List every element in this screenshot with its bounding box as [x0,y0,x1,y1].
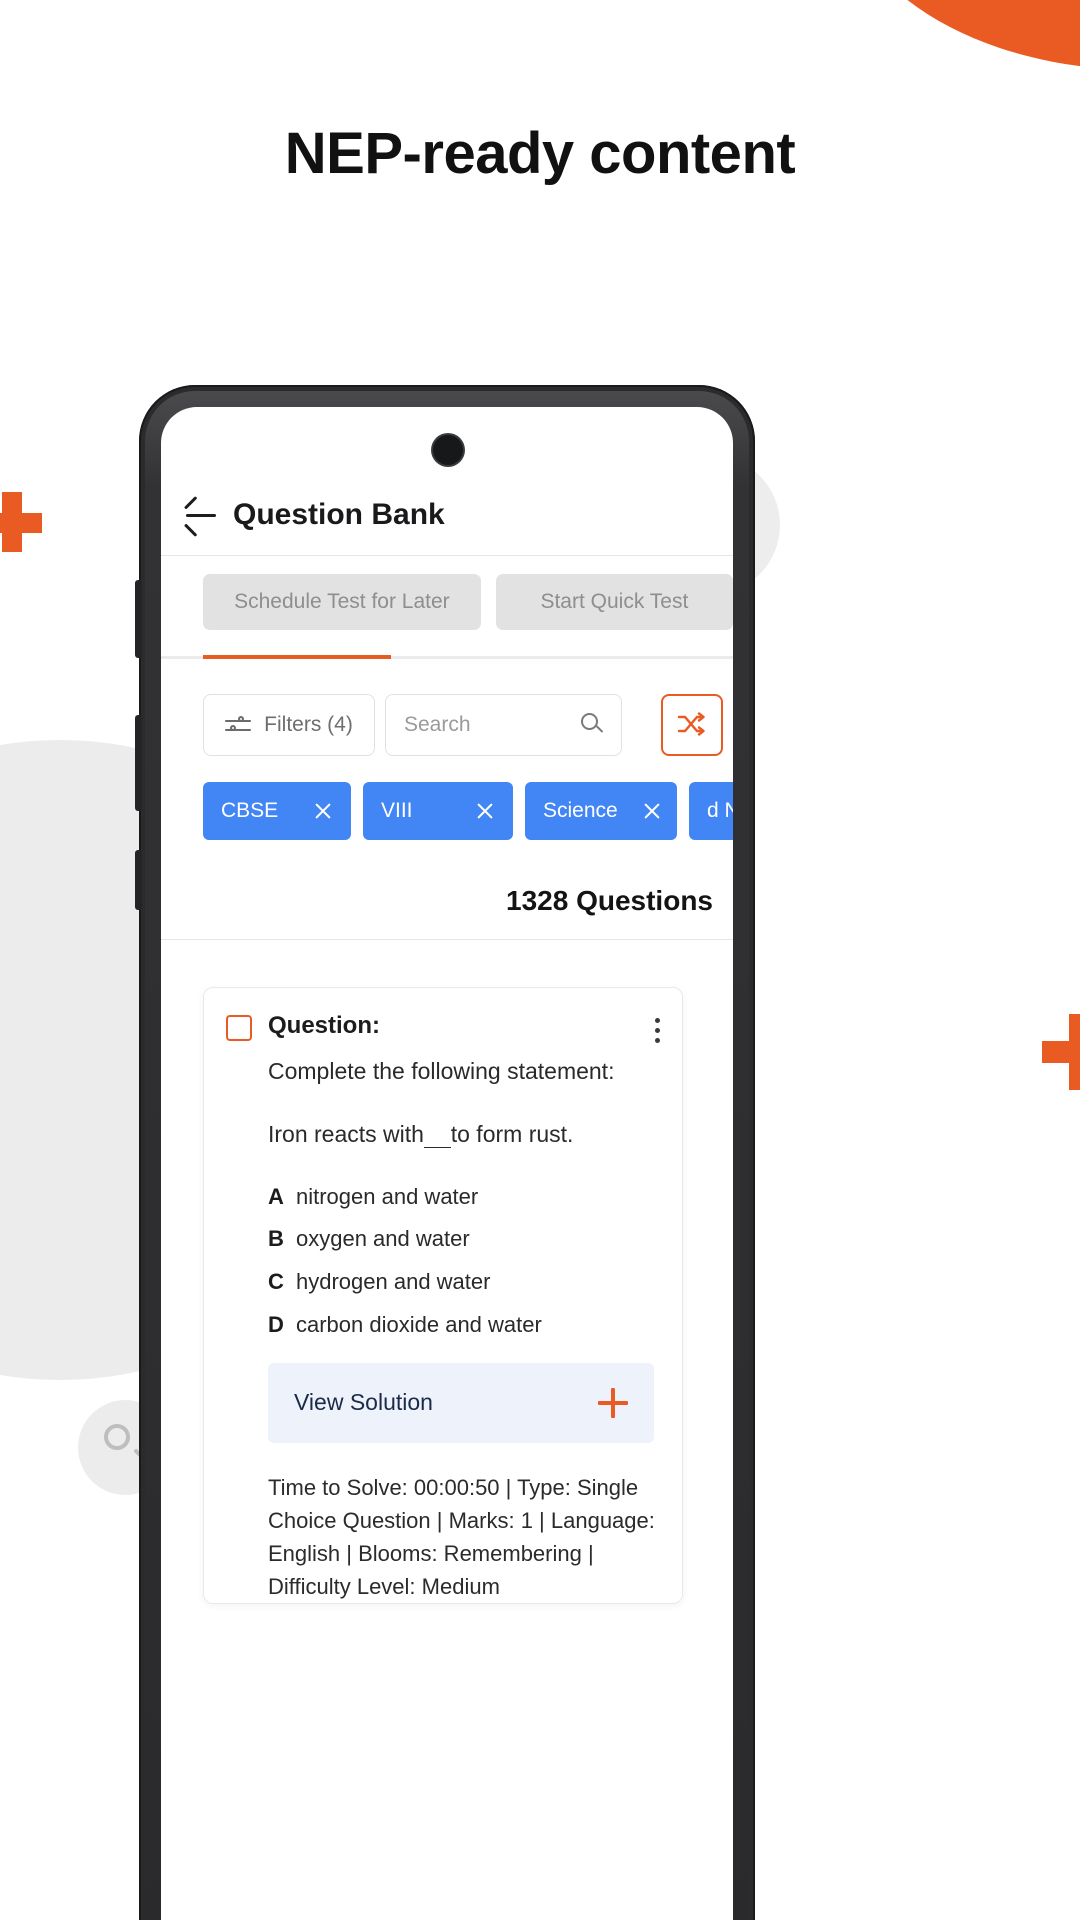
question-card-header: Question: [226,1012,660,1043]
filter-search-row: Filters (4) Search [203,694,622,756]
filter-chip-overflow[interactable]: d N [689,782,733,840]
question-metadata: Time to Solve: 00:00:50 | Type: Single C… [268,1474,655,1599]
question-blank-suffix: to form rust. [450,1121,574,1148]
page-title: NEP-ready content [284,121,796,186]
active-tab-indicator [203,655,391,659]
option-text: hydrogen and water [296,1269,491,1295]
question-stem: Complete the following statement: [268,1058,615,1084]
sliders-icon [225,715,252,735]
phone-power-button [135,850,142,910]
plus-decoration-left [0,492,42,552]
answer-option[interactable]: A nitrogen and water [268,1182,660,1213]
option-key: D [268,1312,284,1338]
phone-mockup: Question Bank Schedule Test for Later St… [135,385,755,1920]
shuffle-icon [677,712,705,736]
question-select-checkbox[interactable] [226,1015,252,1041]
start-quick-test-button[interactable]: Start Quick Test [495,574,733,630]
option-key: A [268,1183,284,1209]
phone-screen: Question Bank Schedule Test for Later St… [161,407,733,1920]
answer-option[interactable]: C hydrogen and water [268,1267,660,1298]
kebab-menu-icon[interactable] [654,1012,660,1043]
app-bar-title: Question Bank [233,498,445,531]
plus-icon [598,1387,628,1418]
filter-chip-label: Science [543,799,618,822]
view-solution-button[interactable]: View Solution [268,1362,654,1443]
filter-chip-board[interactable]: CBSE [203,782,351,840]
active-filter-chips: CBSE VIII Science d N [203,782,733,840]
question-count-divider [161,939,733,940]
filter-chip-subject[interactable]: Science [525,782,677,840]
camera-punch-hole [433,435,463,465]
filter-chip-class[interactable]: VIII [363,782,513,840]
option-text: oxygen and water [296,1226,470,1252]
close-icon[interactable] [313,801,333,821]
filter-chip-label: VIII [381,799,413,822]
option-key: B [268,1226,284,1252]
shuffle-button[interactable] [661,694,723,756]
decorative-search-icon [104,1424,130,1450]
answer-option[interactable]: D carbon dioxide and water [268,1310,660,1341]
orange-corner-decoration [840,0,1080,70]
filter-chip-label: d N [707,799,733,822]
view-solution-label: View Solution [294,1389,433,1416]
plus-decoration-right [1042,1014,1080,1090]
filters-button-label: Filters (4) [264,713,353,736]
option-key: C [268,1269,284,1295]
app-bar-divider [161,555,733,556]
filters-button[interactable]: Filters (4) [203,694,375,756]
search-icon [581,713,605,737]
app-bar: Question Bank [161,479,733,551]
phone-volume-down-button [135,715,142,811]
question-label: Question: [268,1012,380,1039]
question-count: 1328 Questions [506,885,713,916]
promo-screenshot: NEP-ready content Question Bank Schedule… [0,0,1080,1920]
search-placeholder: Search [404,713,471,736]
close-icon[interactable] [475,801,495,821]
test-action-row: Schedule Test for Later Start Quick Test [161,574,733,630]
answer-options: A nitrogen and water B oxygen and water … [268,1182,660,1341]
back-arrow-icon[interactable] [183,496,217,537]
question-card: Question: Complete the following stateme… [203,987,683,1604]
search-input[interactable]: Search [385,694,622,756]
option-text: nitrogen and water [296,1183,479,1209]
filter-chip-label: CBSE [221,799,279,822]
close-icon[interactable] [642,801,662,821]
question-blank-line: Iron reacts with to form rust. [268,1118,660,1151]
option-text: carbon dioxide and water [296,1312,542,1338]
question-blank-prefix: Iron reacts with [268,1121,424,1148]
answer-option[interactable]: B oxygen and water [268,1224,660,1255]
schedule-test-button[interactable]: Schedule Test for Later [203,574,481,630]
phone-volume-up-button [135,580,142,658]
